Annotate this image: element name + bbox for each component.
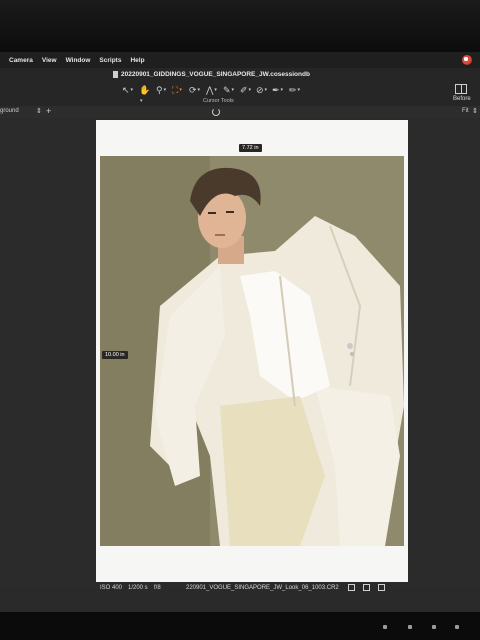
crop-ratio-icon[interactable] xyxy=(363,584,370,591)
menu-window[interactable]: Window xyxy=(66,57,91,64)
monitor-button-4[interactable] xyxy=(455,625,459,629)
crop-height-readout: 10.00 in xyxy=(102,351,128,359)
document-title: 20220901_GIDDINGS_VOGUE_SINGAPORE_JW.cos… xyxy=(121,71,310,78)
zoom-icon[interactable]: ⚲▾ xyxy=(156,85,170,96)
keystone-icon[interactable]: ⋀▾ xyxy=(206,85,220,96)
before-label: Before xyxy=(453,96,471,102)
brush-icon[interactable]: ✐▾ xyxy=(240,85,254,96)
add-layer-icon[interactable]: + xyxy=(46,106,51,116)
layer-selector[interactable]: ground xyxy=(0,108,19,114)
cursor-tools-label: Cursor Tools xyxy=(203,98,234,104)
zoom-fit-label[interactable]: Fit xyxy=(462,108,469,114)
menu-bar: Camera View Window Scripts Help xyxy=(0,52,480,68)
grid-icon[interactable] xyxy=(378,584,385,591)
color-picker-icon[interactable]: ✎▾ xyxy=(223,85,237,96)
monitor-button-1[interactable] xyxy=(383,625,387,629)
crop-canvas[interactable]: 7.72 in 10.00 in xyxy=(96,120,408,582)
document-icon xyxy=(113,71,118,78)
select-icon[interactable] xyxy=(348,584,355,591)
image-status-bar: ISO 400 1/200 s f/8 220901_VOGUE_SINGAPO… xyxy=(96,582,408,596)
layer-updown-icon[interactable]: ⇕ xyxy=(36,107,42,115)
rotate-icon[interactable]: ⟳▾ xyxy=(189,85,203,96)
iso-value: ISO 400 xyxy=(100,585,123,591)
menu-help[interactable]: Help xyxy=(130,57,144,64)
pointer-icon[interactable]: ↖▾ xyxy=(122,85,136,96)
menu-scripts[interactable]: Scripts xyxy=(99,57,121,64)
monitor-button-2[interactable] xyxy=(408,625,412,629)
menu-camera[interactable]: Camera xyxy=(9,57,33,64)
monitor-bezel-top xyxy=(0,0,480,52)
crop-width-readout: 7.72 in xyxy=(239,144,262,152)
monitor-button-3[interactable] xyxy=(432,625,436,629)
monitor-bezel-bottom xyxy=(0,612,480,640)
status-icons xyxy=(348,584,385,591)
portrait-photo[interactable] xyxy=(100,156,404,546)
eyedropper-icon[interactable]: ✒▾ xyxy=(272,85,286,96)
capture-one-window: Camera View Window Scripts Help 20220901… xyxy=(0,52,480,612)
image-viewer[interactable]: 7.72 in 10.00 in xyxy=(0,118,480,588)
crop-icon[interactable]: ⛶▾ xyxy=(172,85,186,96)
zoom-dropdown-icon[interactable]: ⇕ xyxy=(472,107,478,115)
document-title-bar: 20220901_GIDDINGS_VOGUE_SINGAPORE_JW.cos… xyxy=(0,68,480,82)
viewer-sub-toolbar: ground ⇕ + Fit ⇕ xyxy=(0,106,480,118)
gradient-icon[interactable]: ⊘▾ xyxy=(256,85,270,96)
app-status-icon[interactable] xyxy=(462,55,472,65)
image-filename: 220901_VOGUE_SINGAPORE_JW_Look_06_1003.C… xyxy=(186,585,339,591)
processing-spinner-icon xyxy=(212,108,220,116)
before-after-icon[interactable] xyxy=(455,84,467,94)
portrait-illustration xyxy=(100,156,404,546)
cursor-toolbar: ↖▾ ✋▾ ⚲▾ ⛶▾ ⟳▾ ⋀▾ ✎▾ ✐▾ ⊘▾ ✒▾ ✏▾ Cursor … xyxy=(0,82,480,106)
annotation-icon[interactable]: ✏▾ xyxy=(289,85,303,96)
aperture-value: f/8 xyxy=(154,585,161,591)
shutter-value: 1/200 s xyxy=(128,585,148,591)
hand-pan-icon[interactable]: ✋▾ xyxy=(139,85,153,104)
menu-view[interactable]: View xyxy=(42,57,57,64)
